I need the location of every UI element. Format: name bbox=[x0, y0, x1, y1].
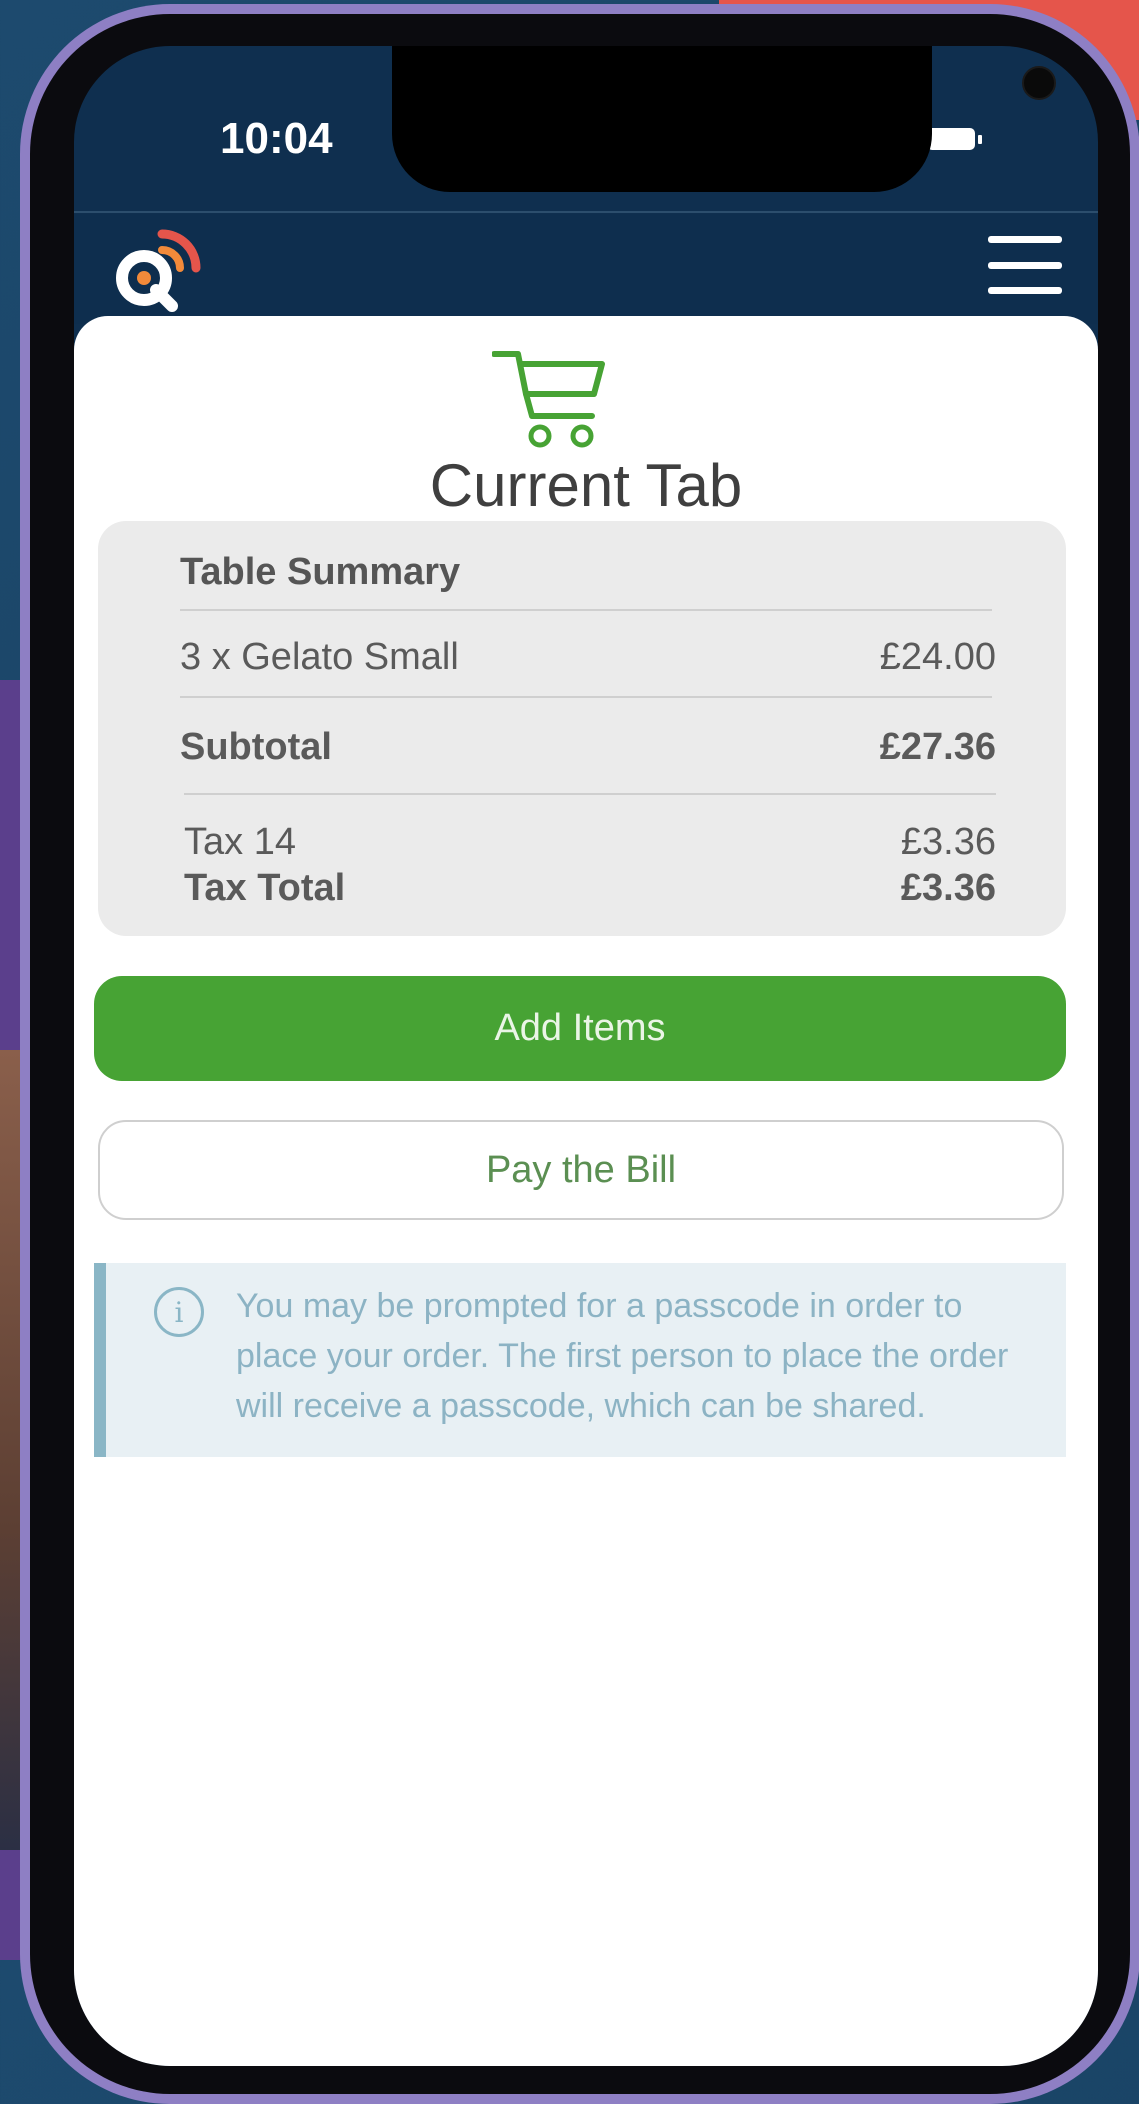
subtotal-row: Subtotal £27.36 bbox=[180, 726, 996, 769]
battery-icon bbox=[927, 127, 983, 150]
tax-row: Tax 14 £3.36 bbox=[184, 821, 996, 867]
divider bbox=[180, 609, 992, 611]
tax-label: Tax 14 bbox=[184, 821, 296, 863]
item-label: 3 x Gelato Small bbox=[180, 636, 459, 678]
phone-screen: 10:04 5G Current Tab Tab bbox=[74, 46, 1098, 2066]
divider bbox=[184, 793, 996, 795]
passcode-notice: i You may be prompted for a passcode in … bbox=[94, 1263, 1066, 1457]
status-divider bbox=[74, 211, 1098, 213]
status-time: 10:04 bbox=[220, 114, 333, 163]
notice-text: You may be prompted for a passcode in or… bbox=[236, 1287, 1009, 1425]
add-items-button[interactable]: Add Items bbox=[94, 976, 1066, 1081]
table-summary-card: Table Summary 3 x Gelato Small £24.00 Su… bbox=[98, 521, 1066, 936]
tax-total-row: Tax Total £3.36 bbox=[184, 867, 996, 913]
main-content: Current Tab Table Summary 3 x Gelato Sma… bbox=[74, 316, 1098, 2066]
page-title: Current Tab bbox=[429, 452, 743, 519]
summary-title: Table Summary bbox=[180, 551, 461, 593]
pay-bill-button[interactable]: Pay the Bill bbox=[98, 1120, 1064, 1220]
tax-total-label: Tax Total bbox=[184, 867, 346, 909]
subtotal-label: Subtotal bbox=[180, 726, 332, 768]
brand-logo-icon[interactable] bbox=[104, 222, 204, 312]
subtotal-amount: £27.36 bbox=[879, 726, 996, 768]
order-item-row: 3 x Gelato Small £24.00 bbox=[180, 636, 996, 679]
info-icon: i bbox=[154, 1287, 204, 1337]
notch bbox=[392, 46, 1056, 192]
shopping-cart-icon bbox=[492, 351, 605, 448]
hamburger-menu-icon[interactable] bbox=[988, 236, 1062, 294]
front-camera bbox=[1022, 66, 1056, 100]
app-header bbox=[74, 214, 1098, 324]
tax-total-amount: £3.36 bbox=[900, 867, 996, 909]
divider bbox=[180, 696, 992, 698]
tax-amount: £3.36 bbox=[900, 821, 996, 863]
tax-block: Tax 14 £3.36 Tax Total £3.36 bbox=[184, 821, 996, 913]
item-amount: £24.00 bbox=[879, 636, 996, 678]
